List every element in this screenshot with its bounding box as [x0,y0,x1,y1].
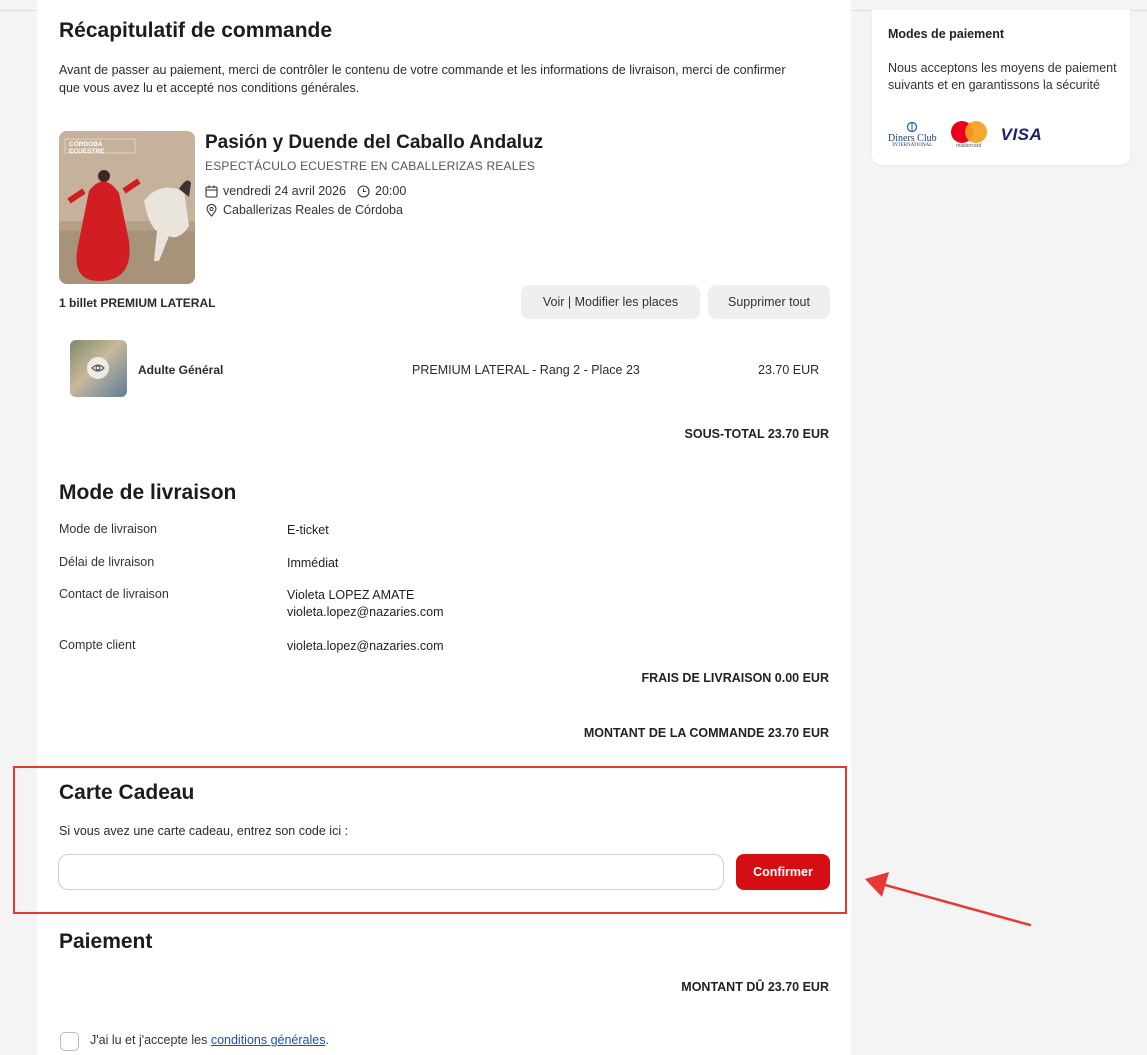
visa-icon: VISA [1000,125,1043,144]
payment-methods-text: Nous acceptons les moyens de paiement su… [888,61,1117,92]
delivery-label-contact: Contact de livraison [59,587,169,601]
delivery-label-mode: Mode de livraison [59,522,157,536]
terms-checkbox[interactable] [60,1032,79,1051]
ticket-seat: PREMIUM LATERAL - Rang 2 - Place 23 [412,363,640,377]
poster-logo: CÓRDOBA ECUESTRE [69,141,105,155]
terms-prefix: J'ai lu et j'accepte les [90,1033,211,1047]
delivery-value-delay: Immédiat [287,556,339,570]
payment-methods-panel: Modes de paiement Nous acceptons les moy… [872,10,1130,165]
event-time: 20:00 [375,184,407,198]
payment-title: Paiement [59,930,153,953]
confirm-gift-card-button[interactable]: Confirmer [736,854,830,890]
payment-methods-title: Modes de paiement [888,27,1004,41]
payment-methods-logos: Diners Club INTERNATIONAL mastercard VIS… [888,121,1042,149]
delivery-value-account: violeta.lopez@nazaries.com [287,639,444,653]
terms-link[interactable]: conditions générales [211,1033,326,1047]
mastercard-label: mastercard [956,143,982,149]
event-venue: Caballerizas Reales de Córdoba [223,203,403,217]
summary-intro: Avant de passer au paiement, merci de co… [59,63,786,95]
ticket-count: 1 billet PREMIUM LATERAL [59,296,216,310]
delivery-value-contact: Violeta LOPEZ AMATE violeta.lopez@nazari… [287,587,444,621]
gift-card-code-input[interactable] [58,854,724,890]
delete-all-button[interactable]: Supprimer tout [708,285,830,319]
delivery-value-mode: E-ticket [287,523,329,537]
terms-suffix: . [325,1033,329,1047]
subtotal: SOUS-TOTAL 23.70 EUR [684,427,829,441]
diners-club-icon: Diners Club INTERNATIONAL [888,121,937,149]
contact-email: violeta.lopez@nazaries.com [287,605,444,619]
ticket-thumbnail[interactable] [70,340,127,397]
diners-line2: INTERNATIONAL [892,142,933,148]
calendar-icon [205,185,218,198]
terms-text: J'ai lu et j'accepte les conditions géné… [90,1033,329,1047]
event-poster[interactable]: CÓRDOBA ECUESTRE [59,131,195,284]
page-title: Récapitulatif de commande [59,19,333,42]
ticket-price: 23.70 EUR [758,363,820,377]
event-venue-row: Caballerizas Reales de Córdoba [205,203,403,217]
event-subtitle: ESPECTÁCULO ECUESTRE EN CABALLERIZAS REA… [205,159,536,173]
mastercard-icon: mastercard [950,121,987,149]
event-date: vendredi 24 avril 2026 [223,184,346,198]
annotation-highlight-box [13,766,847,914]
location-pin-icon [206,203,217,217]
clock-icon [357,184,370,198]
delivery-label-account: Compte client [59,638,136,652]
event-datetime: vendredi 24 avril 2026 20:00 [205,184,406,198]
contact-name: Violeta LOPEZ AMATE [287,588,415,602]
ticket-type: Adulte Général [138,363,224,377]
amount-due: MONTANT DÛ 23.70 EUR [681,980,829,994]
annotation-arrow [865,872,1032,927]
delivery-fee: FRAIS DE LIVRAISON 0.00 EUR [641,671,829,685]
order-total: MONTANT DE LA COMMANDE 23.70 EUR [583,726,829,740]
eye-icon[interactable] [87,357,109,379]
delivery-label-delay: Délai de livraison [59,555,155,569]
delivery-title: Mode de livraison [59,481,237,504]
event-title: Pasión y Duende del Caballo Andaluz [205,132,544,153]
view-modify-seats-button[interactable]: Voir | Modifier les places [521,285,700,319]
diners-line1: Diners Club [888,132,937,144]
